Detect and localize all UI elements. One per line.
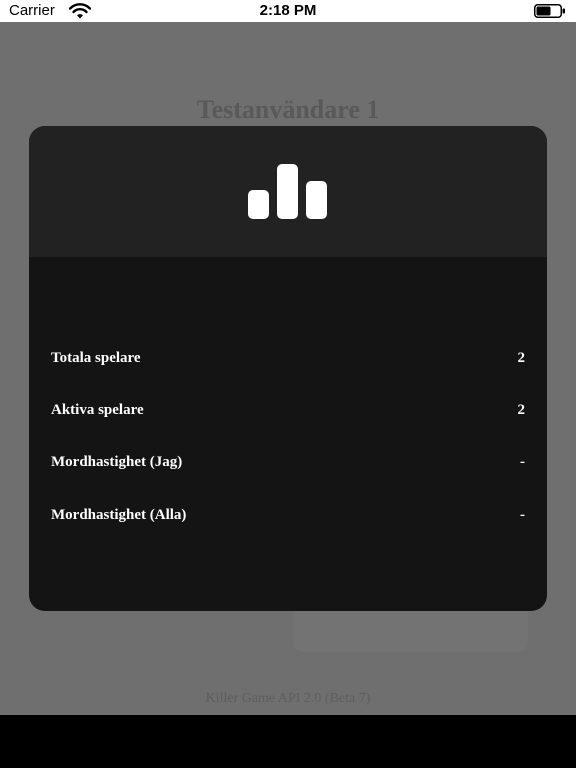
api-version-label: Killer Game API 2.0 (Beta 7) [205, 691, 371, 706]
status-bar: Carrier 2:18 PM [0, 0, 576, 22]
stat-value: 2 [517, 350, 526, 366]
status-time: 2:18 PM [259, 2, 317, 19]
app-screen: Carrier 2:18 PM Testanvändare 1 Killer G… [0, 0, 576, 715]
stat-row-kill-rate-me: Mordhastighet (Jag) - [51, 454, 525, 478]
stats-modal: Totala spelare 2 Aktiva spelare 2 Mordha… [29, 126, 547, 611]
stat-label: Mordhastighet (Alla) [51, 507, 187, 523]
stat-row-active-players: Aktiva spelare 2 [51, 402, 525, 426]
stat-value: 2 [517, 402, 526, 418]
stat-value: - [520, 507, 525, 523]
stat-row-total-players: Totala spelare 2 [51, 350, 525, 374]
stat-value: - [520, 454, 525, 470]
battery-icon [534, 4, 565, 18]
bar-chart-icon [248, 164, 327, 219]
stats-modal-header [29, 126, 547, 257]
stat-label: Totala spelare [51, 350, 141, 366]
stat-label: Mordhastighet (Jag) [51, 454, 183, 470]
stat-label: Aktiva spelare [51, 402, 144, 418]
profile-title: Testanvändare 1 [196, 95, 380, 124]
stat-row-kill-rate-all: Mordhastighet (Alla) - [51, 507, 525, 531]
